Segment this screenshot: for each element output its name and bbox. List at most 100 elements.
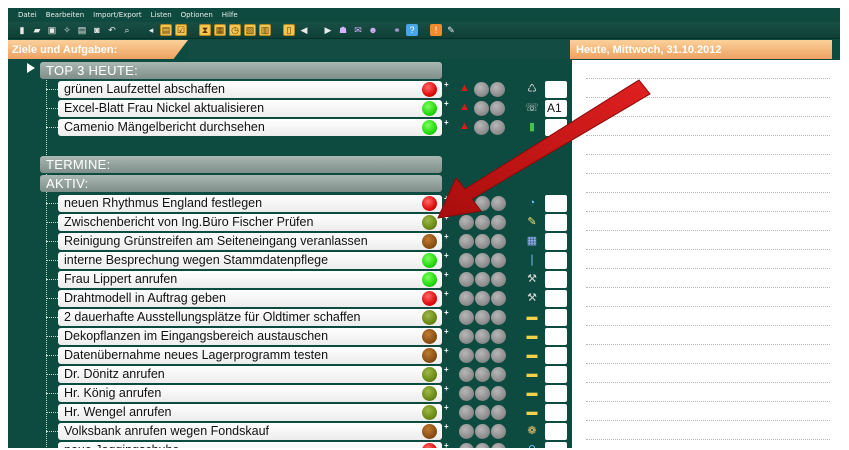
- menu-item-1[interactable]: Bearbeiten: [46, 11, 84, 19]
- day-icon[interactable]: ▯: [283, 24, 295, 36]
- task-code-field[interactable]: [545, 366, 567, 383]
- task-label[interactable]: Zwischenbericht von Ing.Büro Fischer Prü…: [58, 214, 442, 231]
- pen-icon[interactable]: ✎: [445, 24, 457, 36]
- task-code-field[interactable]: [545, 81, 567, 98]
- priority-dot-icon[interactable]: [491, 291, 506, 306]
- search-icon[interactable]: ⌕: [121, 24, 133, 36]
- priority-dot-icon[interactable]: [474, 82, 489, 97]
- priority-dot-icon[interactable]: [491, 272, 506, 287]
- add-subtask-icon[interactable]: +: [444, 384, 449, 393]
- task-code-field[interactable]: [545, 290, 567, 307]
- task-row[interactable]: grünen Laufzettel abschaffen + ▲ ♺: [8, 80, 570, 99]
- priority-dot-icon[interactable]: [474, 101, 489, 116]
- priority-dot-icon[interactable]: [491, 215, 506, 230]
- priority-dot-icon[interactable]: [491, 253, 506, 268]
- task-row[interactable]: Drahtmodell in Auftrag geben + ⚒: [8, 289, 570, 308]
- calendar-icon[interactable]: ▦: [214, 24, 226, 36]
- priority-dot-icon[interactable]: [491, 386, 506, 401]
- back-icon[interactable]: ◂: [145, 24, 157, 36]
- contacts-icon[interactable]: ☗: [337, 24, 349, 36]
- info-icon[interactable]: !: [430, 24, 442, 36]
- priority-dot-icon[interactable]: [459, 386, 474, 401]
- task-label[interactable]: Dr. Dönitz anrufen: [58, 366, 442, 383]
- status-red-icon[interactable]: [422, 291, 437, 306]
- add-subtask-icon[interactable]: +: [444, 403, 449, 412]
- priority-dot-icon[interactable]: [490, 82, 505, 97]
- add-subtask-icon[interactable]: +: [444, 232, 449, 241]
- pencil-icon[interactable]: ✎: [525, 215, 539, 229]
- calculator-icon[interactable]: ▦: [525, 234, 539, 248]
- task-code-field[interactable]: [545, 423, 567, 440]
- add-subtask-icon[interactable]: +: [444, 365, 449, 374]
- priority-dot-icon[interactable]: [491, 348, 506, 363]
- status-brown-icon[interactable]: [422, 234, 437, 249]
- priority-dot-icon[interactable]: [491, 405, 506, 420]
- flag-icon[interactable]: ▮: [525, 120, 539, 134]
- help-icon[interactable]: ?: [406, 24, 418, 36]
- add-subtask-icon[interactable]: +: [444, 441, 449, 448]
- section-top3[interactable]: TOP 3 HEUTE:: [40, 62, 442, 79]
- task-label[interactable]: Drahtmodell in Auftrag geben: [58, 290, 442, 307]
- priority-dot-icon[interactable]: [491, 367, 506, 382]
- task-code-field[interactable]: [545, 404, 567, 421]
- top-priority-hat-icon[interactable]: ▲: [459, 101, 473, 114]
- wrench-icon[interactable]: ⚒: [525, 291, 539, 305]
- add-subtask-icon[interactable]: +: [444, 308, 449, 317]
- priority-dot-icon[interactable]: [475, 272, 490, 287]
- task-label[interactable]: Frau Lippert anrufen: [58, 271, 442, 288]
- priority-dot-icon[interactable]: [475, 291, 490, 306]
- folder-icon[interactable]: ▬: [525, 367, 539, 381]
- task-label[interactable]: Volksbank anrufen wegen Fondskauf: [58, 423, 442, 440]
- task-label[interactable]: grünen Laufzettel abschaffen: [58, 81, 442, 98]
- task-label[interactable]: 2 dauerhafte Ausstellungsplätze für Oldt…: [58, 309, 442, 326]
- clock-icon[interactable]: ◔: [525, 196, 539, 210]
- add-subtask-icon[interactable]: +: [444, 327, 449, 336]
- add-subtask-icon[interactable]: +: [444, 251, 449, 260]
- task-row[interactable]: Excel-Blatt Frau Nickel aktualisieren + ▲ ☏…: [8, 99, 570, 118]
- priority-dot-icon[interactable]: [490, 120, 505, 135]
- task-code-field[interactable]: A1: [545, 100, 567, 117]
- task-label[interactable]: Datenübernahme neues Lagerprogramm teste…: [58, 347, 442, 364]
- next-icon[interactable]: ▶: [322, 24, 334, 36]
- status-brown-icon[interactable]: [422, 348, 437, 363]
- priority-dot-icon[interactable]: [459, 272, 474, 287]
- priority-dot-icon[interactable]: [491, 234, 506, 249]
- save-icon[interactable]: ▣: [46, 24, 58, 36]
- task-code-field[interactable]: [545, 214, 567, 231]
- folder-icon[interactable]: ▬: [525, 329, 539, 343]
- priority-dot-icon[interactable]: [475, 310, 490, 325]
- task-code-field[interactable]: [545, 233, 567, 250]
- people-icon[interactable]: ☻: [367, 24, 379, 36]
- priority-dot-icon[interactable]: [459, 443, 474, 448]
- add-subtask-icon[interactable]: +: [444, 99, 449, 108]
- status-green-icon[interactable]: [422, 272, 437, 287]
- report-icon[interactable]: ▧: [244, 24, 256, 36]
- status-olive-icon[interactable]: [422, 310, 437, 325]
- priority-dot-icon[interactable]: [475, 424, 490, 439]
- open-icon[interactable]: ▰: [31, 24, 43, 36]
- priority-dot-icon[interactable]: [491, 329, 506, 344]
- priority-dot-icon[interactable]: [459, 367, 474, 382]
- task-row[interactable]: neuen Rhythmus England festlegen + ◔: [8, 194, 570, 213]
- add-subtask-icon[interactable]: +: [444, 118, 449, 127]
- team-icon[interactable]: ▥: [259, 24, 271, 36]
- folder-icon[interactable]: ▬: [525, 386, 539, 400]
- priority-dot-icon[interactable]: [475, 329, 490, 344]
- priority-dot-icon[interactable]: [474, 120, 489, 135]
- task-code-field[interactable]: [545, 309, 567, 326]
- add-subtask-icon[interactable]: +: [444, 213, 449, 222]
- priority-dot-icon[interactable]: [459, 234, 474, 249]
- menu-item-0[interactable]: Datei: [18, 11, 37, 19]
- task-row[interactable]: Dekopflanzen im Eingangsbereich austausc…: [8, 327, 570, 346]
- task-row[interactable]: Reinigung Grünstreifen am Seiteneingang …: [8, 232, 570, 251]
- task-code-field[interactable]: [545, 271, 567, 288]
- priority-dot-icon[interactable]: [459, 405, 474, 420]
- top-priority-hat-icon[interactable]: ▲: [459, 120, 473, 133]
- task-code-field[interactable]: [545, 195, 567, 212]
- add-subtask-icon[interactable]: +: [444, 194, 449, 203]
- hourglass-icon[interactable]: ⧗: [199, 24, 211, 36]
- task-label[interactable]: Hr. König anrufen: [58, 385, 442, 402]
- task-row[interactable]: Frau Lippert anrufen + ⚒: [8, 270, 570, 289]
- priority-dot-icon[interactable]: [459, 310, 474, 325]
- add-subtask-icon[interactable]: +: [444, 346, 449, 355]
